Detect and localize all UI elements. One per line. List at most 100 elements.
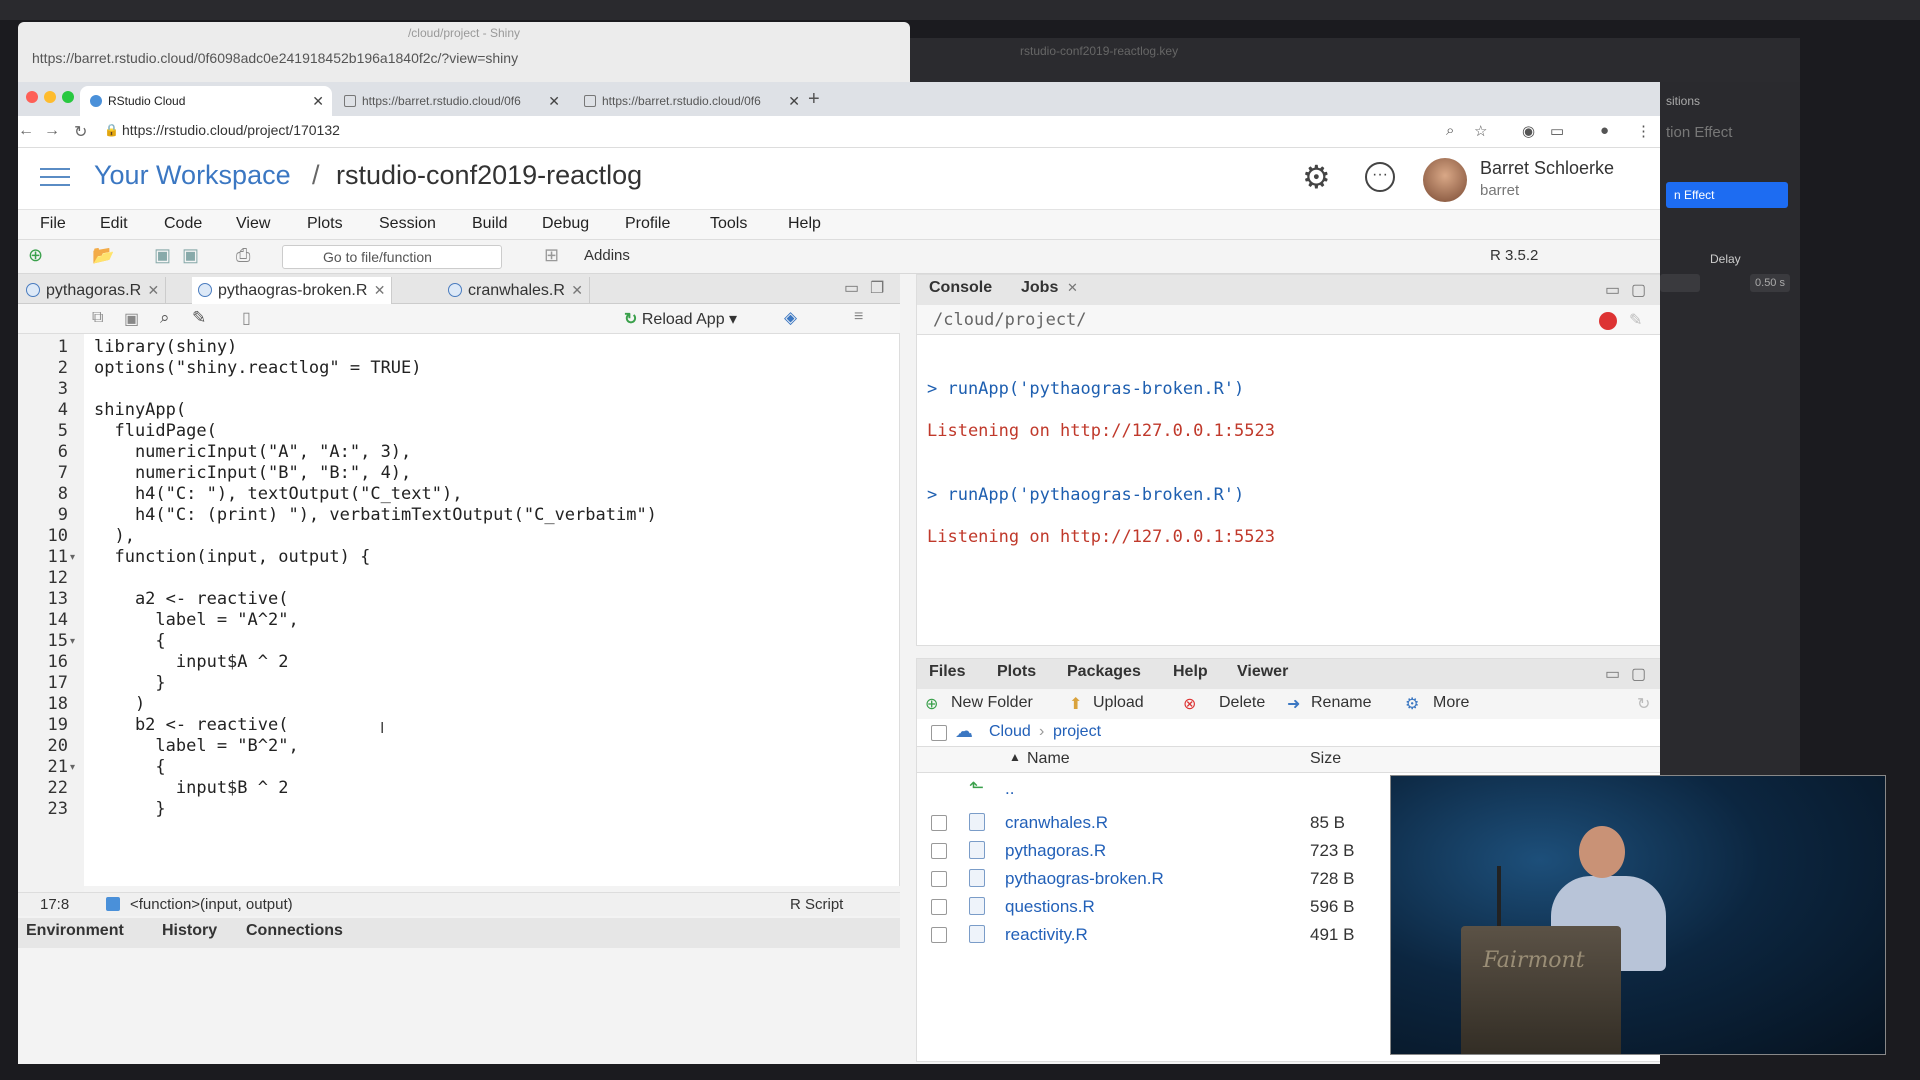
close-tab-icon[interactable]: ✕ bbox=[571, 277, 583, 304]
minimize-window-button[interactable] bbox=[44, 91, 56, 103]
show-in-window-icon[interactable]: ⧉ bbox=[92, 309, 103, 327]
print-icon[interactable]: ⎙ bbox=[236, 245, 250, 266]
size-column-header[interactable]: Size bbox=[1310, 750, 1341, 768]
menu-file[interactable]: File bbox=[40, 215, 66, 233]
maximize-files-icon[interactable]: ▢ bbox=[1631, 664, 1646, 684]
code-editor[interactable]: library(shiny) options("shiny.reactlog" =… bbox=[18, 334, 900, 892]
refresh-files-icon[interactable]: ↻ bbox=[1637, 694, 1650, 714]
more-button[interactable]: More bbox=[1433, 694, 1469, 712]
file-name-link[interactable]: pythaogras-broken.R bbox=[1005, 869, 1164, 889]
maximize-console-icon[interactable]: ▢ bbox=[1631, 280, 1646, 300]
crumb-project[interactable]: project bbox=[1053, 723, 1101, 741]
zoom-window-button[interactable] bbox=[62, 91, 74, 103]
browser-tab-rstudio-cloud[interactable]: RStudio Cloud ✕ bbox=[80, 86, 332, 116]
url-field[interactable]: https://rstudio.cloud/project/170132 bbox=[122, 122, 340, 138]
zoom-icon[interactable]: ⌕ bbox=[1446, 122, 1454, 139]
tab-files[interactable]: Files bbox=[929, 663, 965, 681]
tab-viewer[interactable]: Viewer bbox=[1237, 663, 1288, 681]
pane-layout-icon[interactable]: ⊞ bbox=[544, 245, 559, 266]
duration-stepper[interactable] bbox=[1660, 274, 1700, 292]
upload-button[interactable]: Upload bbox=[1093, 694, 1144, 712]
minimize-files-icon[interactable]: ▭ bbox=[1605, 664, 1620, 684]
close-jobs-icon[interactable]: ✕ bbox=[1067, 280, 1078, 296]
tab-history[interactable]: History bbox=[162, 922, 217, 940]
menu-code[interactable]: Code bbox=[164, 215, 202, 233]
file-checkbox[interactable] bbox=[931, 927, 947, 943]
goto-file-input[interactable]: Go to file/function bbox=[282, 245, 502, 269]
tab-packages[interactable]: Packages bbox=[1067, 663, 1141, 681]
menu-build[interactable]: Build bbox=[472, 215, 508, 233]
new-folder-button[interactable]: New Folder bbox=[951, 694, 1033, 712]
new-tab-button[interactable]: + bbox=[808, 88, 820, 111]
extension-icon[interactable]: ◉ bbox=[1522, 122, 1535, 140]
tab-console[interactable]: Console bbox=[929, 279, 992, 297]
addins-dropdown[interactable]: Addins bbox=[584, 247, 630, 264]
new-file-icon[interactable]: ⊕ bbox=[28, 245, 43, 266]
compile-report-icon[interactable]: ▯ bbox=[242, 308, 251, 328]
minimize-pane-icon[interactable]: ▭ bbox=[844, 278, 859, 298]
file-name-link[interactable]: pythagoras.R bbox=[1005, 841, 1106, 861]
menu-tools[interactable]: Tools bbox=[710, 215, 747, 233]
back-icon[interactable]: ← bbox=[18, 122, 34, 140]
save-file-icon[interactable]: ▣ bbox=[124, 309, 139, 329]
scope-dropdown[interactable]: <function>(input, output) bbox=[130, 896, 293, 913]
bookmark-star-icon[interactable]: ☆ bbox=[1474, 122, 1487, 140]
document-outline-icon[interactable]: ≡ bbox=[854, 308, 863, 326]
reload-app-button[interactable]: ↻ Reload App ▾ bbox=[624, 309, 737, 329]
save-icon[interactable]: ▣ bbox=[154, 245, 171, 266]
rename-button[interactable]: Rename bbox=[1311, 694, 1371, 712]
close-tab-icon[interactable]: ✕ bbox=[548, 86, 560, 116]
name-column-header[interactable]: Name bbox=[1027, 750, 1070, 768]
minimize-console-icon[interactable]: ▭ bbox=[1605, 280, 1620, 300]
menu-plots[interactable]: Plots bbox=[307, 215, 343, 233]
file-checkbox[interactable] bbox=[931, 815, 947, 831]
reload-icon[interactable]: ↻ bbox=[74, 122, 87, 142]
menu-help[interactable]: Help bbox=[788, 215, 821, 233]
file-checkbox[interactable] bbox=[931, 899, 947, 915]
menu-session[interactable]: Session bbox=[379, 215, 436, 233]
code-tools-icon[interactable]: ✎ bbox=[192, 308, 206, 328]
file-name-link[interactable]: cranwhales.R bbox=[1005, 813, 1108, 833]
close-tab-icon[interactable]: ✕ bbox=[312, 86, 324, 116]
browser-menu-icon[interactable]: ⋮ bbox=[1636, 122, 1651, 140]
tab-environment[interactable]: Environment bbox=[26, 922, 124, 940]
r-version-dropdown[interactable]: R 3.5.2 bbox=[1490, 247, 1538, 264]
delete-button[interactable]: Delete bbox=[1219, 694, 1265, 712]
tab-pythagoras[interactable]: pythagoras.R ✕ bbox=[20, 277, 167, 304]
maximize-pane-icon[interactable]: ❐ bbox=[870, 278, 884, 298]
crumb-cloud[interactable]: Cloud bbox=[989, 723, 1031, 741]
file-checkbox[interactable] bbox=[931, 871, 947, 887]
forward-icon[interactable]: → bbox=[44, 122, 60, 140]
select-all-checkbox[interactable] bbox=[931, 725, 947, 741]
close-window-button[interactable] bbox=[26, 91, 38, 103]
menu-profile[interactable]: Profile bbox=[625, 215, 670, 233]
console-output[interactable]: > runApp('pythaogras-broken.R') Listening… bbox=[917, 335, 1660, 645]
save-all-icon[interactable]: ▣ bbox=[182, 245, 199, 266]
stop-icon[interactable] bbox=[1599, 312, 1617, 330]
filetype-dropdown[interactable]: R Script bbox=[790, 896, 843, 913]
menu-view[interactable]: View bbox=[236, 215, 270, 233]
tab-pythaogras-broken[interactable]: pythaogras-broken.R ✕ bbox=[192, 277, 393, 304]
close-tab-icon[interactable]: ✕ bbox=[374, 277, 386, 304]
more-options-icon[interactable]: ··· bbox=[1365, 162, 1395, 192]
tab-jobs[interactable]: Jobs bbox=[1021, 279, 1058, 297]
publish-icon[interactable]: ◈ bbox=[784, 308, 797, 328]
close-tab-icon[interactable]: ✕ bbox=[788, 86, 800, 116]
clear-console-icon[interactable]: ✎ bbox=[1629, 310, 1642, 330]
file-name-link[interactable]: reactivity.R bbox=[1005, 925, 1088, 945]
hamburger-menu-icon[interactable] bbox=[40, 168, 70, 188]
tab-plots[interactable]: Plots bbox=[997, 663, 1036, 681]
shiny-window-url[interactable]: https://barret.rstudio.cloud/0f6098adc0e… bbox=[32, 50, 518, 66]
tab-cranwhales[interactable]: cranwhales.R ✕ bbox=[442, 277, 590, 304]
tab-help[interactable]: Help bbox=[1173, 663, 1208, 681]
shiny-window[interactable]: /cloud/project - Shiny https://barret.rs… bbox=[18, 22, 910, 82]
add-effect-button[interactable]: n Effect bbox=[1666, 182, 1788, 208]
file-name-link[interactable]: questions.R bbox=[1005, 897, 1095, 917]
user-avatar[interactable] bbox=[1423, 158, 1467, 202]
browser-tab-shiny-2[interactable]: https://barret.rstudio.cloud/0f6 ✕ bbox=[574, 86, 808, 116]
menu-debug[interactable]: Debug bbox=[542, 215, 589, 233]
close-tab-icon[interactable]: ✕ bbox=[147, 277, 159, 304]
browser-tab-shiny-1[interactable]: https://barret.rstudio.cloud/0f6 ✕ bbox=[334, 86, 568, 116]
delay-stepper[interactable]: 0.50 s bbox=[1750, 274, 1790, 292]
settings-gear-icon[interactable]: ⚙ bbox=[1302, 158, 1331, 196]
